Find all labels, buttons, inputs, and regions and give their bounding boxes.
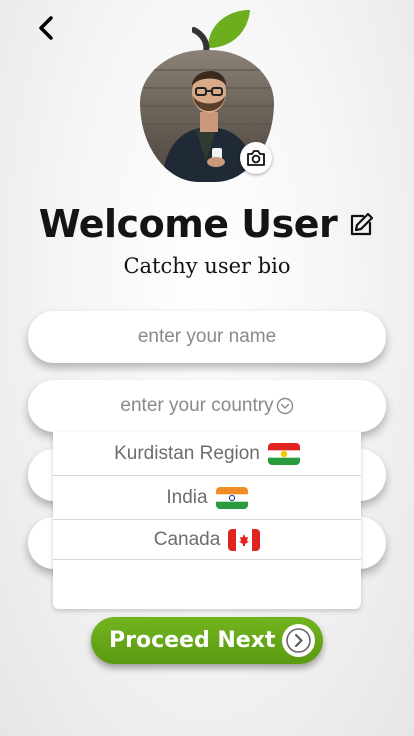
back-button[interactable] [32, 14, 60, 42]
country-select-trigger[interactable]: enter your country [120, 395, 293, 417]
country-select[interactable]: enter your country [28, 380, 386, 432]
kurdistan-flag-icon [267, 442, 300, 465]
name-input[interactable] [28, 326, 386, 348]
chevron-down-circle-icon [276, 397, 293, 415]
name-field[interactable] [28, 311, 386, 363]
country-option-india[interactable]: India [53, 476, 361, 520]
chevron-right-circle-icon [282, 624, 315, 657]
country-dropdown: Kurdistan Region India Canada [53, 432, 361, 609]
country-placeholder: enter your country [120, 395, 274, 416]
canada-flag-icon [228, 528, 261, 551]
edit-icon[interactable] [347, 211, 375, 239]
country-option-label: India [166, 486, 208, 508]
profile-avatar [136, 6, 278, 182]
chevron-left-icon [39, 16, 53, 40]
country-option-label: Kurdistan Region [114, 442, 260, 464]
india-flag-icon [215, 486, 248, 509]
page-title: Welcome User [38, 202, 338, 246]
proceed-label: Proceed Next [109, 628, 276, 653]
camera-icon [247, 150, 265, 166]
country-option-label: Canada [153, 528, 221, 550]
title-row: Welcome User [0, 202, 414, 246]
proceed-next-button[interactable]: Proceed Next [91, 617, 323, 664]
user-bio: Catchy user bio [123, 254, 291, 278]
change-photo-button[interactable] [240, 142, 272, 174]
country-option-canada[interactable]: Canada [53, 520, 361, 560]
country-option-kurdistan[interactable]: Kurdistan Region [53, 432, 361, 476]
